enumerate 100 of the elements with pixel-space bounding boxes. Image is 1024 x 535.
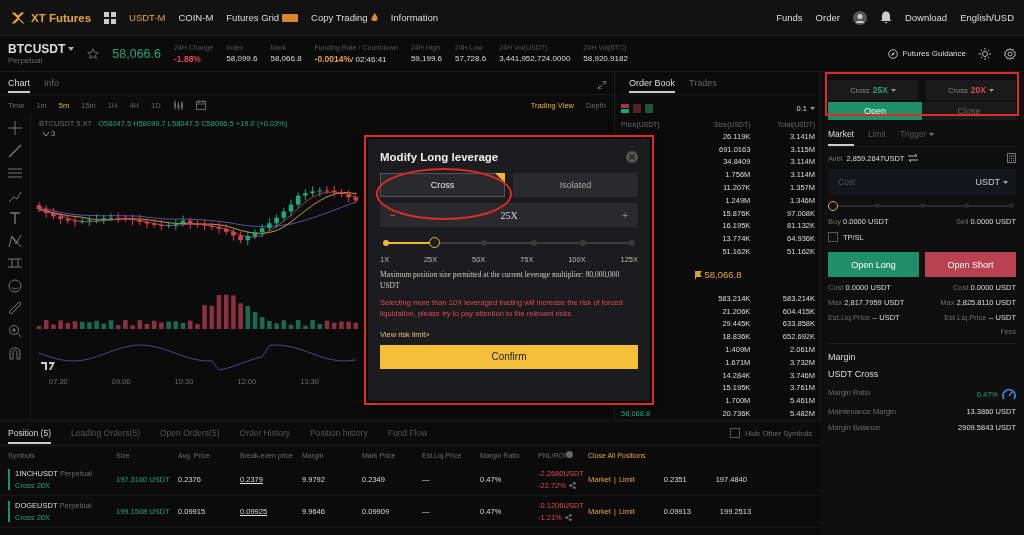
candle — [159, 219, 164, 231]
pattern-icon[interactable] — [8, 233, 22, 248]
futures-guidance-link[interactable]: Futures Guidance — [888, 48, 966, 59]
candle — [310, 185, 315, 197]
order-book-tab[interactable]: Trades — [689, 77, 717, 93]
info-icon — [566, 451, 573, 458]
candle — [130, 214, 135, 226]
bell-icon[interactable] — [879, 11, 892, 24]
nav-item[interactable]: Futures Grid — [226, 12, 299, 23]
open-short-button[interactable]: Open Short — [925, 252, 1016, 277]
chart-tab[interactable]: Info — [44, 77, 60, 93]
volume-bar — [274, 323, 279, 329]
close-icon[interactable] — [626, 151, 638, 163]
stat-value: -1.88% — [174, 53, 201, 64]
margin-mode-tab[interactable]: Isolated — [513, 173, 638, 197]
leverage-stepper[interactable]: − 25X + — [380, 203, 638, 227]
expand-icon[interactable] — [598, 81, 606, 89]
volume-bar — [166, 321, 171, 329]
caret-icon — [890, 88, 896, 92]
nav-link[interactable]: Order — [815, 12, 840, 23]
star-icon[interactable] — [87, 47, 100, 60]
candle — [353, 191, 359, 204]
settings-icon[interactable] — [1004, 47, 1016, 60]
unit-selector[interactable]: USDT — [975, 177, 1008, 187]
logo[interactable]: XT Futures — [10, 9, 92, 26]
last-price: 58,066.6 — [112, 46, 161, 61]
volume-bar — [123, 320, 128, 329]
share-icon[interactable] — [568, 482, 576, 489]
order-type-tab[interactable]: Market — [828, 129, 854, 146]
transfer-icon[interactable] — [908, 154, 919, 162]
candle — [195, 219, 200, 229]
book-both-icon[interactable] — [621, 103, 629, 113]
volume-bar — [130, 325, 135, 329]
share-icon[interactable] — [564, 514, 572, 521]
text-icon[interactable] — [8, 211, 22, 225]
contract-type: Perpetual — [8, 56, 44, 65]
candle — [274, 214, 279, 229]
mid-price: 58,066.8 — [704, 269, 742, 281]
candle — [166, 221, 171, 229]
trend-line-icon[interactable] — [8, 143, 22, 158]
nav-link[interactable]: Download — [904, 12, 948, 23]
book-bids-icon[interactable] — [645, 103, 653, 113]
calendar-icon[interactable] — [195, 100, 206, 110]
chart-tab[interactable]: Chart — [8, 77, 30, 93]
measure-icon[interactable] — [8, 256, 22, 270]
hide-symbols-checkbox[interactable] — [729, 428, 740, 438]
open-long-button[interactable]: Open Long — [828, 252, 919, 277]
stat-value: 58,099.6 — [226, 54, 258, 63]
stat-extra: / 02:46:41 — [351, 54, 387, 64]
volume-bar — [267, 320, 272, 329]
nav-item[interactable]: Information — [390, 12, 439, 23]
compass-icon — [888, 48, 899, 59]
candle — [51, 207, 56, 220]
flag-icon — [694, 270, 702, 279]
nav-link[interactable]: English/USD — [960, 12, 1014, 23]
volume-bar — [303, 325, 308, 329]
user-avatar-icon[interactable] — [852, 10, 867, 25]
margin-title: Margin — [828, 352, 857, 362]
stat-value: 58,920.9182 — [583, 54, 628, 63]
nav-item[interactable]: COIN-M — [178, 12, 214, 23]
selected-corner-icon — [495, 173, 505, 183]
volume-bar — [231, 295, 236, 329]
nav-link[interactable]: Funds — [776, 12, 803, 23]
candle — [87, 215, 92, 227]
volume-bar — [339, 321, 344, 329]
ruler-icon[interactable] — [8, 301, 22, 315]
volume-bar — [87, 322, 92, 329]
candle — [58, 212, 63, 225]
candle — [339, 188, 344, 198]
volume-bar — [310, 320, 315, 329]
caret-icon — [810, 106, 815, 110]
symbol-selector[interactable]: BTCUSDT — [8, 42, 75, 56]
logo-text: XT Futures — [31, 11, 92, 24]
volume-bar — [238, 303, 243, 329]
crosshair-icon[interactable] — [8, 121, 22, 135]
position-tab[interactable]: Position (5) — [8, 422, 51, 444]
decrease-button[interactable]: − — [390, 209, 396, 221]
candle — [303, 188, 308, 202]
order-book-tab[interactable]: Order Book — [629, 77, 676, 93]
magnet-icon[interactable] — [8, 346, 22, 360]
tpsl-checkbox[interactable] — [828, 232, 838, 242]
candles-icon[interactable] — [172, 100, 184, 110]
margin-mode-tab[interactable]: Cross — [380, 173, 505, 197]
increase-button[interactable]: + — [622, 209, 628, 221]
caret-icon — [988, 88, 994, 92]
calculator-icon[interactable] — [1007, 153, 1016, 163]
nav-item[interactable]: USDT-M — [129, 12, 166, 23]
volume-bar — [346, 321, 351, 329]
nav-item[interactable]: Copy Trading — [311, 12, 378, 23]
confirm-button[interactable]: Confirm — [380, 344, 638, 369]
candle — [346, 189, 351, 203]
smiley-icon[interactable] — [8, 278, 22, 293]
volume-bar — [94, 320, 99, 329]
x-logo-icon — [10, 9, 26, 26]
caret-icon — [1003, 180, 1008, 184]
sun-icon[interactable] — [979, 47, 991, 60]
stat-value: 58,066.8 — [270, 54, 302, 63]
zoom-icon[interactable] — [8, 323, 22, 338]
amount-slider[interactable] — [828, 201, 1016, 211]
apps-grid-icon[interactable] — [104, 11, 117, 24]
